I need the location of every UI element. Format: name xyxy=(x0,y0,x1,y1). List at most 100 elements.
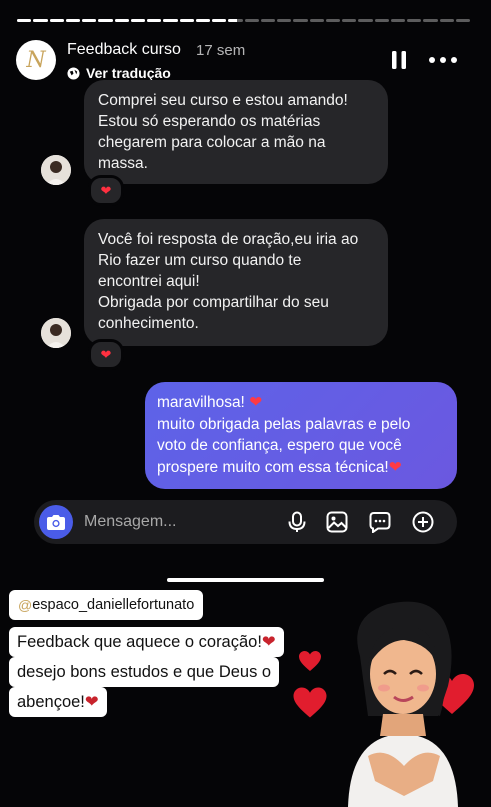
progress-fill xyxy=(98,19,113,22)
message-line: Rio fazer um curso quando te xyxy=(98,252,302,269)
progress-segment xyxy=(147,19,162,22)
progress-segment xyxy=(179,19,194,22)
caption-text: Feedback que aquece o coração! xyxy=(17,633,262,651)
camera-icon xyxy=(47,515,65,530)
message-line: voto de confiança, espero que você xyxy=(157,437,402,454)
progress-segment xyxy=(407,19,422,22)
progress-fill xyxy=(65,19,80,22)
pause-icon[interactable] xyxy=(391,51,407,69)
message-line: Estou só esperando os matérias xyxy=(98,113,321,130)
progress-segment xyxy=(228,19,243,22)
caption-text: abençoe! xyxy=(17,693,85,711)
heart-icon: ❤ xyxy=(100,346,112,362)
camera-button[interactable] xyxy=(39,505,73,539)
message-line: Você foi resposta de oração,eu iria ao xyxy=(98,231,359,248)
sender-avatar[interactable] xyxy=(41,318,71,348)
progress-segment xyxy=(309,19,324,22)
message-line: massa. xyxy=(98,155,148,172)
progress-segment xyxy=(98,19,113,22)
progress-segment xyxy=(33,19,48,22)
heart-reaction[interactable]: ❤ xyxy=(88,339,124,370)
message-input[interactable]: Mensagem... xyxy=(84,513,176,531)
heart-icon: ❤ xyxy=(84,693,99,711)
progress-segment xyxy=(423,19,438,22)
sender-avatar[interactable] xyxy=(41,155,71,185)
message-line: prospere muito com essa técnica!❤ xyxy=(157,457,445,479)
avatar-logo: N xyxy=(26,47,46,73)
progress-segment xyxy=(260,19,275,22)
heart-sticker-icon xyxy=(299,651,321,671)
heart-reaction[interactable]: ❤ xyxy=(88,175,124,206)
outgoing-message[interactable]: maravilhosa! ❤ muito obrigada pelas pala… xyxy=(145,382,457,489)
message-composer[interactable]: Mensagem... xyxy=(34,500,457,544)
progress-segment xyxy=(17,19,32,22)
progress-segment xyxy=(439,19,454,22)
caption-text: desejo bons estudos e que Deus o xyxy=(17,663,272,681)
caption-line: abençoe!❤ xyxy=(9,687,107,717)
progress-segment xyxy=(114,19,129,22)
add-icon[interactable] xyxy=(412,511,434,533)
message-line: encontrei aqui! xyxy=(98,273,200,290)
memoji-sticker xyxy=(348,601,458,807)
heart-sticker-icon xyxy=(293,687,327,718)
progress-fill xyxy=(195,19,210,22)
gallery-icon[interactable] xyxy=(326,511,348,533)
progress-segment xyxy=(293,19,308,22)
message-line: Obrigada por compartilhar do seu xyxy=(98,294,329,311)
see-translation-button[interactable]: Ver tradução xyxy=(67,65,171,81)
mention-username: espaco_daniellefortunato xyxy=(32,597,195,613)
progress-fill xyxy=(130,19,145,22)
heart-icon: ❤ xyxy=(261,633,276,651)
message-line: chegarem para colocar a mão na xyxy=(98,134,326,151)
sticker-icon[interactable] xyxy=(369,511,391,533)
progress-fill xyxy=(147,19,162,22)
progress-segment xyxy=(82,19,97,22)
globe-icon xyxy=(67,66,80,80)
heart-icon: ❤ xyxy=(388,458,402,476)
see-translation-label: Ver tradução xyxy=(86,65,171,81)
progress-segment xyxy=(277,19,292,22)
progress-fill xyxy=(179,19,194,22)
progress-segment xyxy=(358,19,373,22)
progress-segment xyxy=(455,19,470,22)
story-timestamp: 17 sem xyxy=(196,42,246,59)
message-line: maravilhosa! ❤ xyxy=(157,392,445,414)
progress-fill xyxy=(33,19,48,22)
progress-segment xyxy=(130,19,145,22)
progress-segment xyxy=(390,19,405,22)
message-text: prospere muito com essa técnica! xyxy=(157,458,389,476)
progress-fill xyxy=(163,19,178,22)
progress-segment xyxy=(212,19,227,22)
progress-fill xyxy=(17,19,32,22)
message-line: Comprei seu curso e estou amando! xyxy=(98,92,348,109)
person-icon xyxy=(41,155,71,185)
message-text: maravilhosa! xyxy=(157,394,250,411)
home-indicator xyxy=(167,578,324,582)
progress-segment xyxy=(49,19,64,22)
profile-avatar[interactable]: N xyxy=(16,40,56,80)
incoming-message[interactable]: Comprei seu curso e estou amando! Estou … xyxy=(84,80,388,184)
progress-segment xyxy=(65,19,80,22)
mention-sticker[interactable]: @ espaco_daniellefortunato xyxy=(9,590,204,620)
heart-icon: ❤ xyxy=(100,182,112,198)
story-title[interactable]: Feedback curso xyxy=(67,41,181,59)
at-icon: @ xyxy=(18,597,33,613)
message-line: muito obrigada pelas palavras e pelo xyxy=(157,415,411,433)
progress-segment xyxy=(163,19,178,22)
heart-icon: ❤ xyxy=(249,394,263,411)
progress-fill xyxy=(228,19,237,22)
person-icon xyxy=(41,318,71,348)
progress-segment xyxy=(374,19,389,22)
progress-segment xyxy=(195,19,210,22)
more-options-icon[interactable] xyxy=(428,52,458,68)
microphone-icon[interactable] xyxy=(286,511,308,533)
caption-line: Feedback que aquece o coração!❤ xyxy=(9,627,284,657)
progress-segment xyxy=(325,19,340,22)
caption-line: desejo bons estudos e que Deus o xyxy=(9,657,280,687)
progress-fill xyxy=(82,19,97,22)
progress-segment xyxy=(342,19,357,22)
progress-segment xyxy=(244,19,259,22)
progress-fill xyxy=(49,19,64,22)
message-line: conhecimento. xyxy=(98,315,199,332)
incoming-message[interactable]: Você foi resposta de oração,eu iria ao R… xyxy=(84,219,388,346)
